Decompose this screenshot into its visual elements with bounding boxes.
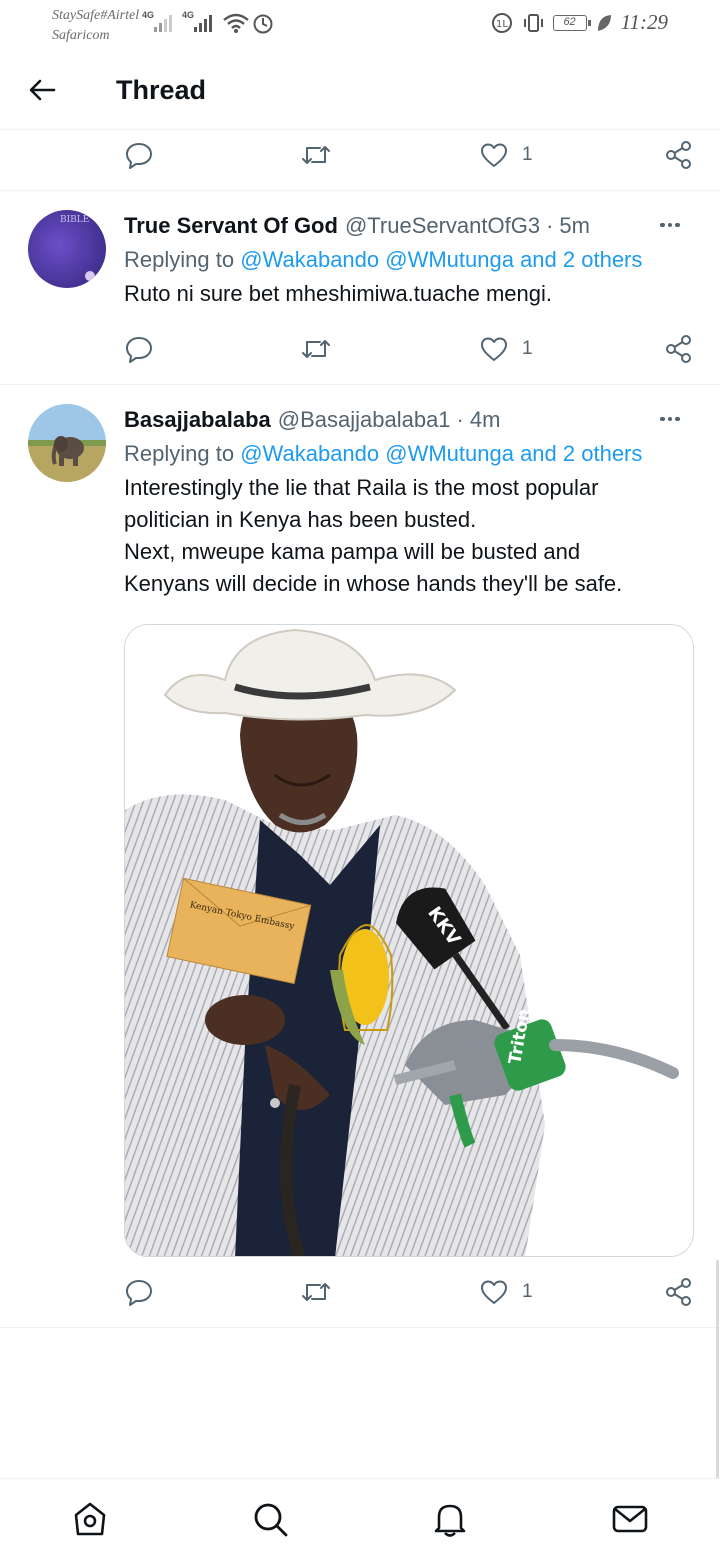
search-icon [254, 1503, 288, 1537]
timestamp[interactable]: 5m [559, 210, 590, 242]
share-button[interactable] [664, 319, 694, 379]
clock: 11:29 [620, 10, 668, 34]
tweet-media-image[interactable]: Kenyan Tokyo Embassy KKV Triton [124, 624, 694, 1257]
divider [0, 190, 720, 191]
share-icon [666, 1278, 691, 1306]
mail-icon [612, 1505, 648, 1533]
tweet-actions: 1 [0, 1262, 720, 1322]
reply-icon [126, 143, 152, 169]
avatar[interactable]: BIBLE [28, 210, 106, 288]
like-count: 1 [522, 1281, 533, 1302]
more-options-button[interactable] [650, 404, 690, 434]
back-button[interactable] [24, 72, 60, 108]
volte-icon: 1L [491, 12, 512, 33]
tweet-text-line: Interestingly the lie that Raila is the … [124, 475, 599, 500]
more-icon [660, 416, 680, 422]
page-title: Thread [116, 75, 207, 105]
replying-to-users-link[interactable]: @Wakabando @WMutunga and 2 others [240, 247, 642, 272]
retweet-button[interactable] [300, 1262, 332, 1322]
like-count: 1 [522, 144, 533, 165]
retweet-icon [302, 146, 330, 164]
retweet-icon [302, 1283, 330, 1301]
carrier-info: StaySafe#Airtel Safaricom [52, 6, 139, 46]
reply-button[interactable] [125, 319, 153, 379]
thread-header: Thread [0, 52, 720, 130]
tweet-actions: 1 [0, 319, 720, 379]
retweet-button[interactable] [300, 319, 332, 379]
divider [0, 384, 720, 385]
like-count: 1 [522, 338, 533, 359]
share-button[interactable] [664, 1262, 694, 1322]
tweet-text-line: Ruto ni sure bet mheshimiwa.tuache mengi… [124, 281, 552, 306]
tweet-body: True Servant Of God @TrueServantOfG3 · 5… [124, 210, 690, 310]
signal-icon [154, 15, 172, 32]
replying-to-users-link[interactable]: @Wakabando @WMutunga and 2 others [240, 441, 642, 466]
data-saver-icon [253, 14, 273, 34]
battery-level: 62 [563, 15, 576, 28]
reply-icon [126, 1280, 152, 1306]
battery-indicator: 62 [552, 14, 591, 31]
status-icons: 1L 62 11:29 [491, 10, 668, 35]
photo-man-in-cowboy-hat: Kenyan Tokyo Embassy KKV Triton [125, 625, 693, 1256]
wifi-icon [223, 13, 249, 33]
avatar-label: BIBLE [60, 215, 89, 225]
arrow-left-icon [29, 79, 56, 101]
reply-button[interactable] [125, 1262, 153, 1322]
display-name[interactable]: True Servant Of God [124, 210, 338, 242]
user-handle[interactable]: @TrueServantOfG3 [345, 210, 540, 242]
share-icon [666, 335, 691, 363]
like-button[interactable]: 1 [480, 125, 533, 185]
replying-to: Replying to @Wakabando @WMutunga and 2 o… [124, 438, 690, 470]
heart-icon [481, 143, 507, 167]
nav-search-button[interactable] [248, 1497, 292, 1541]
replying-prefix: Replying to [124, 247, 235, 272]
avatar[interactable] [28, 404, 106, 482]
display-name[interactable]: Basajjabalaba [124, 404, 271, 436]
avatar-bible-image: BIBLE [28, 210, 106, 288]
nav-home-button[interactable] [68, 1497, 112, 1541]
tweet-text-line: Next, mweupe kama pampa will be busted a… [124, 539, 581, 564]
timestamp[interactable]: 4m [470, 404, 501, 436]
replying-to: Replying to @Wakabando @WMutunga and 2 o… [124, 244, 690, 276]
scrollbar-thumb[interactable] [716, 1260, 719, 1480]
tweet-text: Ruto ni sure bet mheshimiwa.tuache mengi… [124, 278, 690, 310]
tweet-header: Basajjabalaba @Basajjabalaba1 · 4m [124, 404, 690, 436]
bottom-navigation [0, 1478, 720, 1560]
tweet-text-line: Kenyans will decide in whose hands they'… [124, 571, 623, 596]
signal-icon [194, 15, 212, 32]
tweet-header: True Servant Of God @TrueServantOfG3 · 5… [124, 210, 690, 242]
tweet-body: Basajjabalaba @Basajjabalaba1 · 4m Reply… [124, 404, 690, 600]
replying-prefix: Replying to [124, 441, 235, 466]
vibrate-icon [523, 13, 543, 32]
avatar-elephant-image [28, 404, 106, 482]
reply-button[interactable] [125, 125, 153, 185]
separator: · [456, 407, 464, 432]
bell-icon [434, 1504, 466, 1537]
share-icon [666, 141, 691, 169]
like-button[interactable]: 1 [480, 1262, 533, 1322]
divider [0, 1327, 720, 1328]
tweet-text-line: politician in Kenya has been busted. [124, 507, 477, 532]
heart-icon [481, 1280, 507, 1304]
retweet-icon [302, 340, 330, 358]
leaf-icon [597, 14, 611, 31]
more-icon [660, 222, 680, 228]
tweet-text: Interestingly the lie that Raila is the … [124, 472, 690, 600]
carrier-1: StaySafe#Airtel [52, 8, 140, 23]
retweet-button[interactable] [300, 125, 332, 185]
separator: · [546, 213, 554, 238]
heart-icon [481, 337, 507, 361]
svg-text:1L: 1L [496, 19, 508, 30]
nav-notifications-button[interactable] [428, 1497, 472, 1541]
more-options-button[interactable] [650, 210, 690, 240]
nav-messages-button[interactable] [608, 1497, 652, 1541]
share-button[interactable] [664, 125, 694, 185]
home-icon [74, 1502, 106, 1536]
carrier-2: Safaricom [52, 28, 110, 43]
user-handle[interactable]: @Basajjabalaba1 [278, 404, 451, 436]
status-bar: StaySafe#Airtel Safaricom 4G 4G 1L 62 11… [0, 0, 720, 52]
like-button[interactable]: 1 [480, 319, 533, 379]
reply-icon [126, 337, 152, 363]
tweet-actions: 1 [0, 125, 720, 185]
